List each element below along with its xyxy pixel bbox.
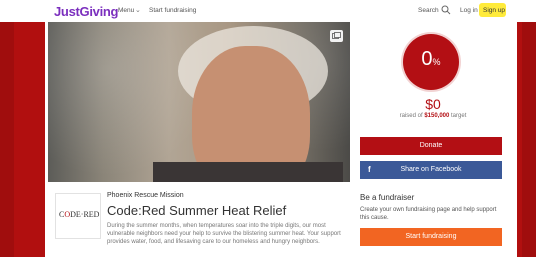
progress-circle: 0% <box>403 34 459 90</box>
raised-target-text: raised of $150,000 target <box>360 113 506 119</box>
gallery-icon <box>332 32 341 39</box>
campaign-photo <box>48 22 350 182</box>
share-label: Share on Facebook <box>400 166 462 173</box>
charity-logo[interactable]: CODE·RED <box>55 193 101 239</box>
search-icon[interactable] <box>441 5 451 15</box>
search-link[interactable]: Search <box>418 7 439 14</box>
signup-label: Sign up <box>483 7 506 14</box>
justgiving-logo[interactable]: JustGiving <box>54 4 118 19</box>
start-fundraising-link[interactable]: Start fundraising <box>149 7 196 14</box>
progress-percent: 0% <box>403 48 459 71</box>
start-fundraising-button[interactable]: Start fundraising <box>360 228 502 246</box>
charity-name[interactable]: Phoenix Rescue Mission <box>107 192 184 199</box>
logo-rest: DE·RED <box>70 210 100 219</box>
raised-amount: $0 <box>425 96 441 112</box>
top-nav: JustGiving Menu ⌄ Start fundraising Sear… <box>0 0 536 23</box>
raised-suffix: target <box>451 113 467 119</box>
progress-sign: % <box>432 57 441 67</box>
raised-prefix: raised of <box>399 113 423 119</box>
share-facebook-button[interactable]: f Share on Facebook <box>360 161 502 179</box>
menu-link[interactable]: Menu <box>118 7 134 14</box>
login-link[interactable]: Log in <box>460 7 478 14</box>
fundraiser-text: Create your own fundraising page and hel… <box>360 207 497 221</box>
target-amount: $150,000 <box>424 113 450 119</box>
charity-logo-text: CODE·RED <box>59 210 99 219</box>
donate-button[interactable]: Donate <box>360 137 502 155</box>
campaign-description: During the summer months, when temperatu… <box>107 223 341 245</box>
gallery-button[interactable] <box>330 30 343 42</box>
campaign-title: Code:Red Summer Heat Relief <box>107 203 287 218</box>
signup-button[interactable]: Sign up <box>479 3 506 17</box>
photo-shirt <box>153 162 343 182</box>
right-edge <box>522 22 536 257</box>
fundraiser-heading: Be a fundraiser <box>360 193 415 202</box>
left-edge <box>0 22 14 257</box>
progress-number: 0 <box>421 48 433 70</box>
chevron-down-icon[interactable]: ⌄ <box>135 6 141 14</box>
